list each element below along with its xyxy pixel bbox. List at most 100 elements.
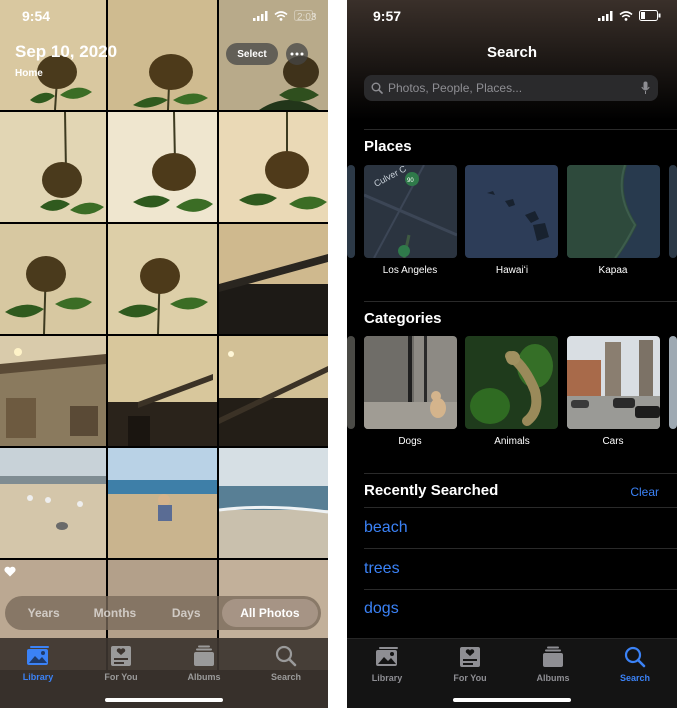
photo-thumbnail[interactable] <box>219 336 328 446</box>
wifi-icon <box>274 10 288 21</box>
tab-for-you[interactable]: For You <box>435 645 505 683</box>
photo-thumbnail[interactable] <box>108 336 217 446</box>
library-date-title: Sep 10, 2020 <box>15 42 118 61</box>
library-screen: 9:54 2:03 Sep 10, 2020 Home Select Years… <box>0 0 328 708</box>
home-indicator <box>453 698 571 702</box>
recent-search-item[interactable]: dogs <box>364 600 399 618</box>
select-button[interactable]: Select <box>226 43 278 65</box>
tab-library[interactable]: Library <box>352 645 422 683</box>
albums-icon <box>194 645 214 666</box>
categories-carousel: Dogs Animals Cars <box>347 336 677 456</box>
tab-albums-label: Albums <box>187 672 221 682</box>
search-field[interactable] <box>364 75 658 101</box>
tab-search[interactable]: Search <box>600 645 670 683</box>
library-header: Sep 10, 2020 Home Select <box>0 34 328 94</box>
divider <box>364 473 677 474</box>
search-page-title: Search <box>486 44 538 61</box>
place-card-hawaii[interactable] <box>465 165 558 258</box>
tab-search-label: Search <box>619 673 651 683</box>
place-label: Los Angeles <box>382 265 438 276</box>
categories-section-title: Categories <box>364 310 442 327</box>
divider <box>364 507 677 508</box>
divider <box>364 589 677 590</box>
divider <box>364 301 677 302</box>
photo-thumbnail[interactable] <box>0 224 106 334</box>
albums-icon <box>543 646 563 667</box>
wifi-icon <box>619 10 633 21</box>
photo-thumbnail[interactable] <box>0 336 106 446</box>
route-label: 90 <box>407 178 414 184</box>
category-label: Dogs <box>398 436 422 447</box>
place-card-partial[interactable] <box>347 165 355 258</box>
place-label: Hawaiʻi <box>495 265 529 276</box>
ellipsis-icon <box>290 52 304 56</box>
place-card-los-angeles[interactable]: Culver C 90 <box>364 165 457 258</box>
status-time: 9:54 <box>22 8 51 24</box>
tab-library[interactable]: Library <box>3 644 73 682</box>
home-indicator <box>105 698 223 702</box>
status-bar: 9:54 2:03 <box>0 0 328 34</box>
recent-search-item[interactable]: beach <box>364 519 408 537</box>
photo-grid <box>0 0 328 670</box>
category-label: Cars <box>602 436 624 447</box>
tab-library-label: Library <box>371 673 403 683</box>
places-section-title: Places <box>364 138 412 155</box>
photo-thumbnail[interactable] <box>219 224 328 334</box>
search-icon <box>624 646 646 668</box>
tab-albums[interactable]: Albums <box>169 644 239 682</box>
category-label: Animals <box>494 436 530 447</box>
segment-all-photos[interactable]: All Photos <box>221 599 318 627</box>
category-card-dogs[interactable] <box>364 336 457 429</box>
for-you-icon <box>460 647 480 667</box>
microphone-icon[interactable] <box>641 81 650 95</box>
category-card-partial[interactable] <box>347 336 355 429</box>
tab-search-label: Search <box>270 672 302 682</box>
photo-library-icon <box>376 647 398 666</box>
divider <box>364 548 677 549</box>
places-carousel: Culver C 90 Los Angeles Hawaiʻi Kapaa <box>347 165 677 285</box>
tab-for-you-label: For You <box>104 672 138 682</box>
photo-thumbnail[interactable] <box>108 224 217 334</box>
search-input[interactable] <box>388 75 628 101</box>
tab-search[interactable]: Search <box>251 644 321 682</box>
favorite-heart-icon <box>4 566 16 577</box>
recent-section-title: Recently Searched <box>364 482 499 499</box>
battery-icon <box>639 10 661 21</box>
category-card-animals[interactable] <box>465 336 558 429</box>
photo-library-icon <box>27 646 49 665</box>
tab-albums-label: Albums <box>536 673 570 683</box>
photo-thumbnail[interactable] <box>0 448 106 558</box>
photo-thumbnail[interactable] <box>219 112 328 222</box>
battery-icon <box>294 10 316 21</box>
category-card-cars[interactable] <box>567 336 660 429</box>
more-options-button[interactable] <box>286 43 308 65</box>
search-screen: 9:57 Search Places Culver C90 Los Angele… <box>347 0 677 708</box>
library-location: Home <box>15 68 43 79</box>
photo-thumbnail[interactable] <box>108 448 217 558</box>
tab-for-you[interactable]: For You <box>86 644 156 682</box>
tab-for-you-label: For You <box>453 673 487 683</box>
status-time: 9:57 <box>373 8 402 24</box>
segment-days[interactable]: Days <box>151 606 222 620</box>
place-card-partial[interactable] <box>669 165 677 258</box>
status-bar: 9:57 <box>347 0 677 34</box>
recent-search-item[interactable]: trees <box>364 560 400 578</box>
segment-months[interactable]: Months <box>79 606 150 620</box>
place-label: Kapaa <box>598 265 628 276</box>
photo-thumbnail[interactable] <box>219 448 328 558</box>
photo-thumbnail[interactable] <box>0 112 106 222</box>
for-you-icon <box>111 646 131 666</box>
divider <box>364 129 677 130</box>
tab-library-label: Library <box>22 672 54 682</box>
magnifier-icon <box>371 82 383 94</box>
category-card-partial[interactable] <box>669 336 677 429</box>
view-segmented-control: Years Months Days All Photos <box>5 596 321 630</box>
tab-albums[interactable]: Albums <box>518 645 588 683</box>
search-icon <box>275 645 297 667</box>
photo-thumbnail[interactable] <box>108 112 217 222</box>
cellular-signal-icon <box>253 10 268 21</box>
place-card-kapaa[interactable] <box>567 165 660 258</box>
segment-years[interactable]: Years <box>8 606 79 620</box>
cellular-signal-icon <box>598 10 613 21</box>
clear-recent-button[interactable]: Clear <box>630 485 659 499</box>
